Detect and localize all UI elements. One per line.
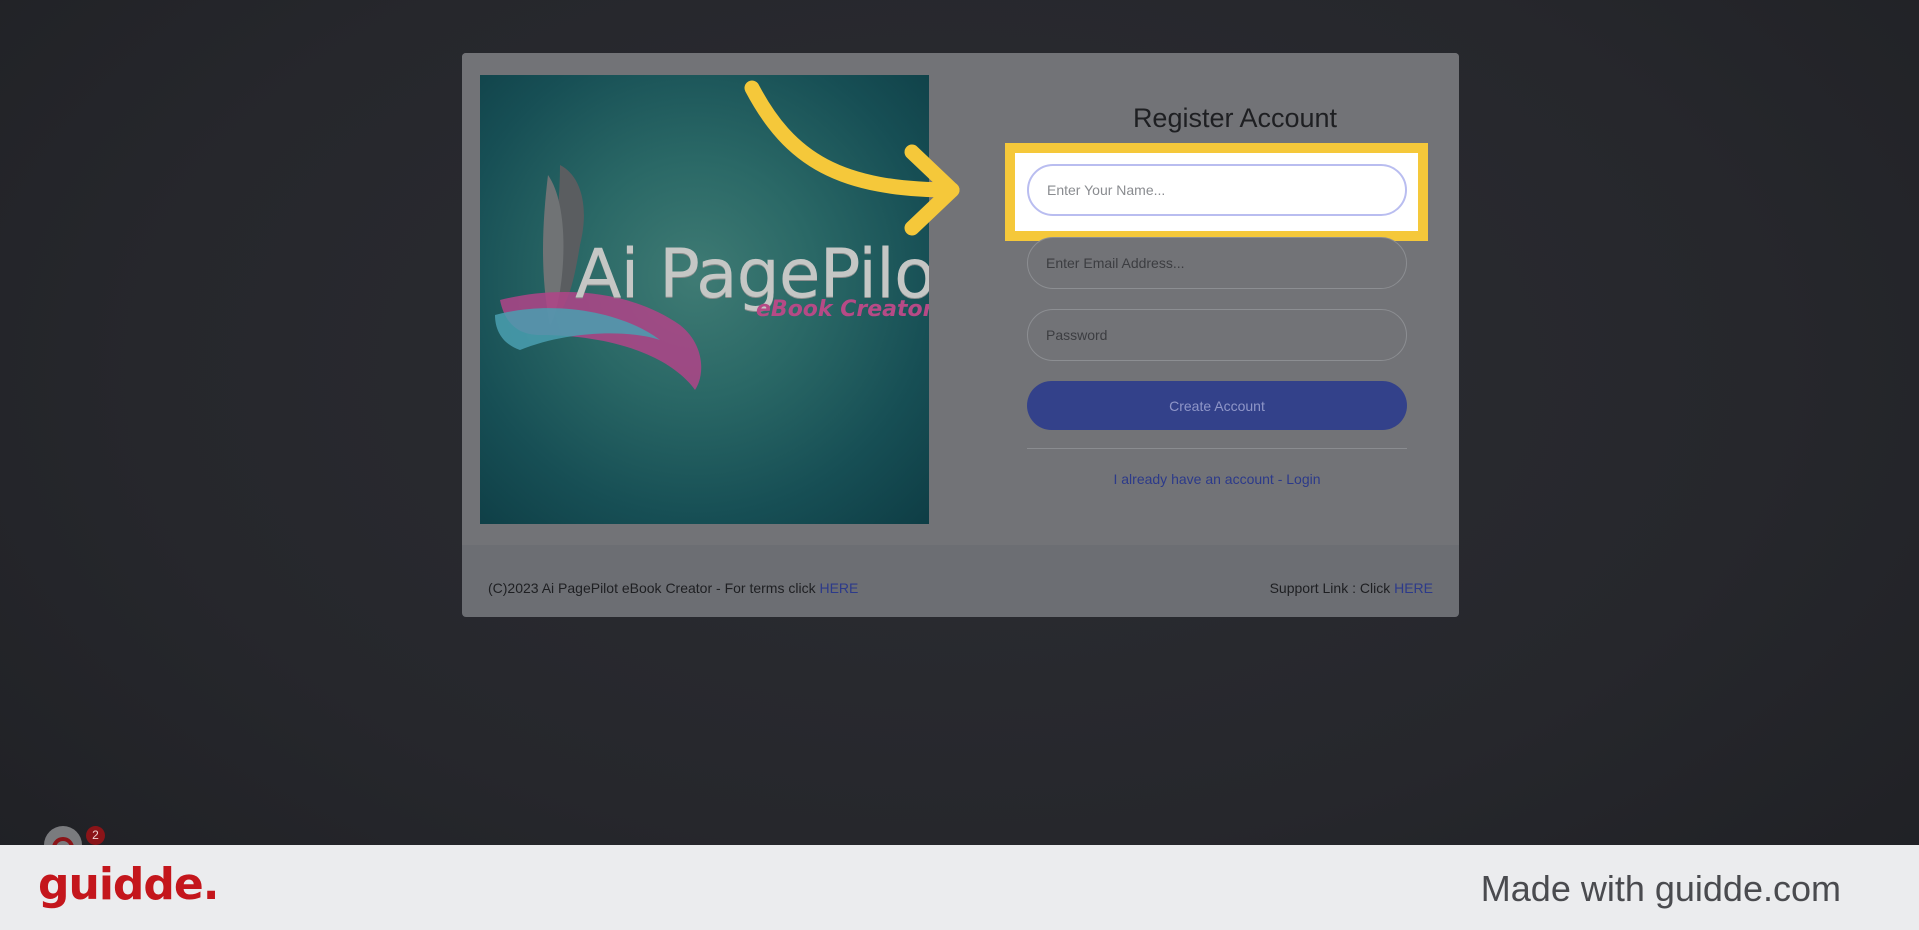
register-panel: Ai PagePilot eBook Creator. Register Acc… <box>462 53 1459 545</box>
copyright-footer: (C)2023 Ai PagePilot eBook Creator - For… <box>488 580 858 596</box>
guidde-bar: guidde. Made with guidde.com <box>0 845 1919 930</box>
name-input[interactable] <box>1027 164 1407 216</box>
email-input[interactable] <box>1027 237 1407 289</box>
notification-badge: 2 <box>86 826 105 845</box>
divider <box>1027 448 1407 449</box>
terms-link[interactable]: HERE <box>819 580 858 596</box>
ai-pagepilot-logo: Ai PagePilot eBook Creator. <box>480 75 929 524</box>
support-label: Support Link : Click <box>1269 580 1395 596</box>
support-link[interactable]: HERE <box>1394 580 1433 596</box>
guidde-logo: guidde. <box>38 859 219 910</box>
made-with-text: Made with guidde.com <box>1480 868 1841 909</box>
register-card: Ai PagePilot eBook Creator. Register Acc… <box>462 53 1459 617</box>
create-account-button[interactable]: Create Account <box>1027 381 1407 430</box>
login-link[interactable]: I already have an account - Login <box>1027 471 1407 487</box>
form-title: Register Account <box>1132 103 1338 133</box>
logo-subtitle: eBook Creator. <box>756 297 929 322</box>
copyright-text: (C)2023 Ai PagePilot eBook Creator - For… <box>488 580 820 596</box>
password-input[interactable] <box>1027 309 1407 361</box>
support-footer: Support Link : Click HERE <box>1270 580 1433 596</box>
